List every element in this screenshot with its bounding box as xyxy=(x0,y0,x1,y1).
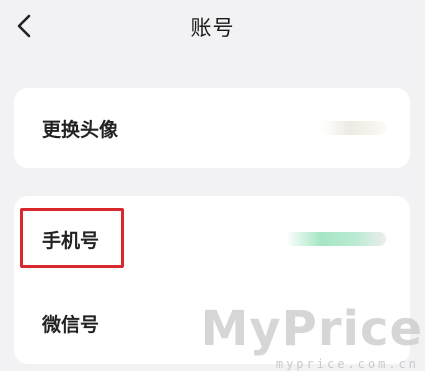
avatar-card: 更换头像 xyxy=(14,88,410,168)
watermark-url: myprice.com.cn xyxy=(275,357,419,371)
phone-value-blurred xyxy=(286,232,386,246)
highlight-box xyxy=(20,208,124,268)
avatar-value-blurred xyxy=(322,121,386,135)
change-avatar-label: 更换头像 xyxy=(42,118,119,141)
top-bar: 账号 xyxy=(0,0,425,56)
page-title: 账号 xyxy=(190,16,235,40)
watermark-brand: MyPrice xyxy=(200,301,423,357)
change-avatar-row[interactable]: 更换头像 xyxy=(14,88,410,168)
wechat-label: 微信号 xyxy=(42,313,100,336)
